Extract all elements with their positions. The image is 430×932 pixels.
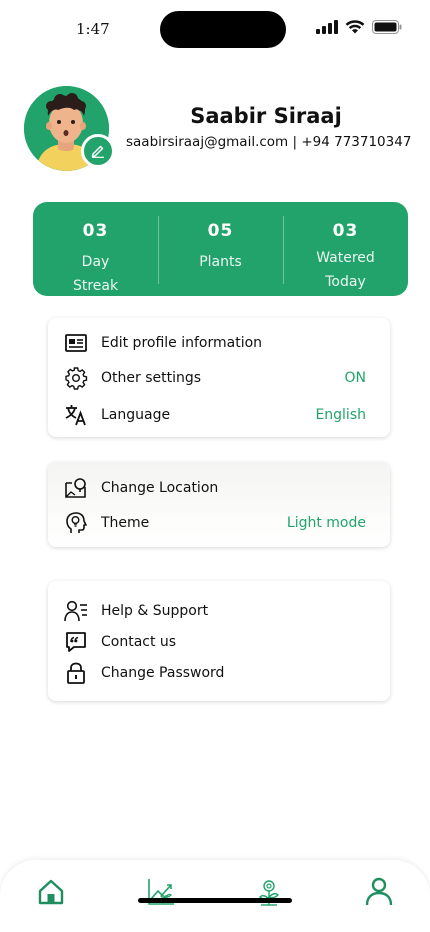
stat-label: Plants: [199, 250, 242, 274]
theme-row[interactable]: Theme Light mode: [64, 510, 366, 536]
wifi-icon: [345, 20, 365, 34]
status-time: 1:47: [76, 20, 110, 38]
stat-plants: 05 Plants: [158, 202, 283, 296]
avatar[interactable]: [24, 86, 115, 171]
stat-value: 05: [207, 221, 234, 241]
location-theme-card: Change Location Theme Light mode: [48, 462, 390, 547]
help-support-label: Help & Support: [101, 603, 209, 619]
stat-label-line: Plants: [199, 254, 242, 270]
language-label: Language: [101, 407, 171, 423]
contact-us-label: Contact us: [101, 634, 177, 650]
stat-watered-today: 03 Watered Today: [283, 202, 408, 296]
pencil-icon: [91, 145, 104, 158]
home-indicator: [138, 898, 292, 903]
support-card: Help & Support Contact us Change Passwor…: [48, 581, 390, 701]
language-value: English: [315, 407, 366, 423]
edit-profile-label: Edit profile information: [101, 335, 263, 351]
help-support-row[interactable]: Help & Support: [64, 598, 366, 624]
dynamic-island: [160, 11, 286, 48]
stat-label-line: Today: [325, 274, 366, 290]
battery-icon: [372, 20, 402, 34]
settings-card: Edit profile information Other settings …: [48, 318, 390, 437]
gear-icon: [64, 366, 88, 390]
change-location-row[interactable]: Change Location: [64, 475, 366, 501]
home-icon: [38, 879, 64, 905]
bottom-nav: [0, 860, 430, 932]
change-location-label: Change Location: [101, 480, 219, 496]
stats-banner: 03 Day Streak 05 Plants 03 Watered Today: [33, 202, 408, 296]
chat-quote-icon: [64, 630, 88, 654]
stat-label-line: Watered: [316, 250, 375, 266]
lock-icon: [64, 661, 88, 685]
theme-value: Light mode: [286, 515, 366, 531]
other-settings-label: Other settings: [101, 370, 202, 386]
stat-label: Watered Today: [316, 246, 375, 294]
change-password-label: Change Password: [101, 665, 225, 681]
nav-home[interactable]: [36, 877, 66, 907]
profile-icon: [365, 877, 393, 906]
stat-label-line: Day: [81, 254, 110, 270]
stat-label-line: Streak: [72, 278, 119, 294]
other-settings-row[interactable]: Other settings ON: [64, 365, 366, 391]
cellular-signal-icon: [316, 20, 338, 34]
edit-avatar-button[interactable]: [81, 134, 115, 168]
language-row[interactable]: Language English: [64, 402, 366, 428]
nav-profile[interactable]: [364, 877, 394, 907]
theme-label: Theme: [101, 515, 150, 531]
stat-value: 03: [82, 221, 109, 241]
stat-value: 03: [332, 221, 359, 241]
head-lightbulb-icon: [64, 511, 88, 535]
stat-label: Day Streak: [73, 250, 118, 298]
other-settings-value: ON: [344, 370, 367, 386]
contact-us-row[interactable]: Contact us: [64, 629, 366, 655]
translate-icon: [64, 403, 88, 427]
map-location-icon: [64, 476, 88, 500]
user-list-icon: [64, 599, 88, 623]
status-icons: [316, 20, 402, 34]
change-password-row[interactable]: Change Password: [64, 660, 366, 686]
edit-profile-row[interactable]: Edit profile information: [64, 330, 366, 356]
profile-name: Saabir Siraaj: [190, 104, 342, 128]
profile-contact: saabirsiraaj@gmail.com | +94 773710347: [126, 134, 412, 150]
profile-card-icon: [64, 331, 88, 355]
stat-day-streak: 03 Day Streak: [33, 202, 158, 296]
